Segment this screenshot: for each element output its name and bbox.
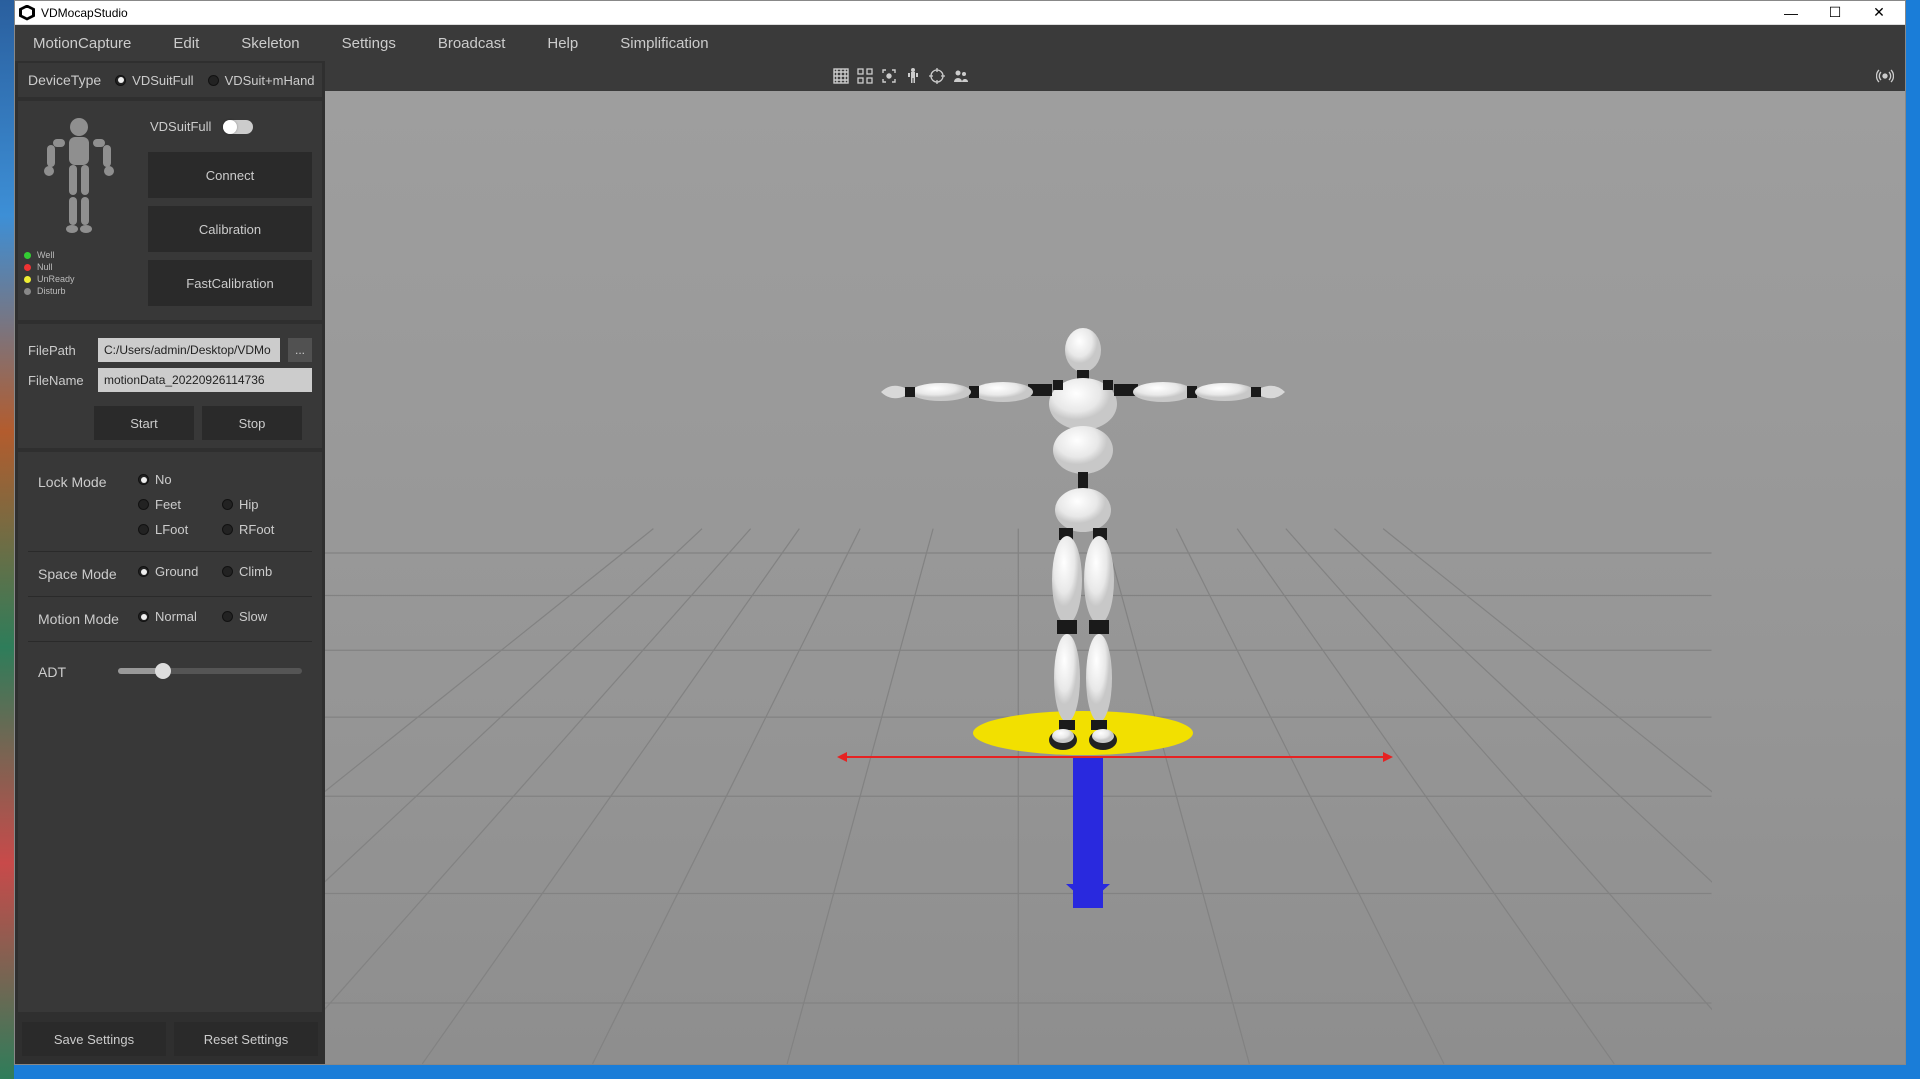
- connect-button[interactable]: Connect: [148, 152, 312, 198]
- adt-slider[interactable]: [118, 668, 302, 674]
- radio-vdsuit-mhand[interactable]: VDSuit+mHand: [208, 73, 315, 88]
- menu-help[interactable]: Help: [539, 31, 586, 56]
- axis-z-icon: [1073, 758, 1103, 908]
- target-icon[interactable]: [925, 64, 949, 88]
- app-window: VDMocapStudio — ☐ ✕ MotionCapture Edit S…: [14, 0, 1906, 1065]
- start-button[interactable]: Start: [94, 406, 194, 440]
- menu-broadcast[interactable]: Broadcast: [430, 31, 514, 56]
- footer-buttons: Save Settings Reset Settings: [18, 1016, 322, 1062]
- desktop-background: [0, 0, 14, 1079]
- radio-lock-lfoot[interactable]: LFoot: [138, 522, 208, 537]
- radio-motion-normal[interactable]: Normal: [138, 609, 208, 624]
- radio-dot-icon: [222, 566, 233, 577]
- filepath-input[interactable]: [98, 338, 280, 362]
- boxes-icon[interactable]: [853, 64, 877, 88]
- radio-dot-icon: [138, 474, 149, 485]
- suit-toggle[interactable]: [223, 120, 253, 134]
- reset-settings-button[interactable]: Reset Settings: [174, 1022, 318, 1056]
- body-preview: Well Null UnReady Disturb: [24, 115, 134, 306]
- menu-skeleton[interactable]: Skeleton: [233, 31, 307, 56]
- device-type-panel: DeviceType VDSuitFull VDSuit+mHand: [18, 63, 322, 97]
- radio-dot-icon: [208, 75, 219, 86]
- save-settings-button[interactable]: Save Settings: [22, 1022, 166, 1056]
- file-panel: FilePath ... FileName Start Stop: [18, 324, 322, 448]
- menubar: MotionCapture Edit Skeleton Settings Bro…: [15, 25, 1905, 61]
- viewport: [325, 61, 1905, 1064]
- radio-lock-rfoot[interactable]: RFoot: [222, 522, 292, 537]
- viewport-canvas[interactable]: [325, 91, 1905, 1064]
- null-dot-icon: [24, 264, 31, 271]
- window-title: VDMocapStudio: [41, 6, 1769, 20]
- menu-settings[interactable]: Settings: [334, 31, 404, 56]
- filename-input[interactable]: [98, 368, 312, 392]
- menu-edit[interactable]: Edit: [165, 31, 207, 56]
- mannequin: [873, 322, 1293, 772]
- minimize-button[interactable]: —: [1769, 2, 1813, 24]
- menu-simplification[interactable]: Simplification: [612, 31, 716, 56]
- sensor-legend: Well Null UnReady Disturb: [24, 249, 134, 297]
- maximize-button[interactable]: ☐: [1813, 2, 1857, 24]
- radio-motion-slow[interactable]: Slow: [222, 609, 292, 624]
- radio-lock-no[interactable]: No: [138, 472, 208, 487]
- disturb-dot-icon: [24, 288, 31, 295]
- radio-dot-icon: [138, 611, 149, 622]
- stop-button[interactable]: Stop: [202, 406, 302, 440]
- unready-dot-icon: [24, 276, 31, 283]
- well-dot-icon: [24, 252, 31, 259]
- filename-label: FileName: [28, 373, 90, 388]
- device-panel: Well Null UnReady Disturb VDSuitFull Con…: [18, 101, 322, 320]
- modes-panel: Lock Mode No Feet Hip LFoot RFoot Spa: [18, 452, 322, 1012]
- device-type-label: DeviceType: [28, 72, 101, 88]
- viewport-toolbar: [325, 61, 1905, 91]
- lock-mode-label: Lock Mode: [38, 472, 128, 490]
- motion-mode-label: Motion Mode: [38, 609, 128, 627]
- radio-dot-icon: [138, 566, 149, 577]
- radio-dot-icon: [222, 499, 233, 510]
- radio-space-climb[interactable]: Climb: [222, 564, 292, 579]
- radio-lock-hip[interactable]: Hip: [222, 497, 292, 512]
- calibration-button[interactable]: Calibration: [148, 206, 312, 252]
- radio-space-ground[interactable]: Ground: [138, 564, 208, 579]
- radio-dot-icon: [222, 611, 233, 622]
- app-icon: [19, 5, 35, 21]
- adt-label: ADT: [38, 662, 98, 680]
- radio-dot-icon: [138, 524, 149, 535]
- radio-lock-feet[interactable]: Feet: [138, 497, 208, 512]
- focus-icon[interactable]: [877, 64, 901, 88]
- fast-calibration-button[interactable]: FastCalibration: [148, 260, 312, 306]
- radio-dot-icon: [115, 75, 126, 86]
- radio-dot-icon: [138, 499, 149, 510]
- sidebar: DeviceType VDSuitFull VDSuit+mHand: [15, 61, 325, 1064]
- radio-vdsuitfull[interactable]: VDSuitFull: [115, 73, 193, 88]
- slider-thumb-icon[interactable]: [155, 663, 171, 679]
- close-button[interactable]: ✕: [1857, 2, 1901, 24]
- suit-label: VDSuitFull: [150, 119, 211, 134]
- users-icon[interactable]: [949, 64, 973, 88]
- browse-button[interactable]: ...: [288, 338, 312, 362]
- body-icon[interactable]: [901, 64, 925, 88]
- radio-dot-icon: [222, 524, 233, 535]
- grid-toggle-icon[interactable]: [829, 64, 853, 88]
- menu-motioncapture[interactable]: MotionCapture: [25, 31, 139, 56]
- space-mode-label: Space Mode: [38, 564, 128, 582]
- body-silhouette-icon: [39, 115, 119, 245]
- broadcast-icon[interactable]: [1873, 64, 1897, 88]
- titlebar[interactable]: VDMocapStudio — ☐ ✕: [15, 1, 1905, 25]
- filepath-label: FilePath: [28, 343, 90, 358]
